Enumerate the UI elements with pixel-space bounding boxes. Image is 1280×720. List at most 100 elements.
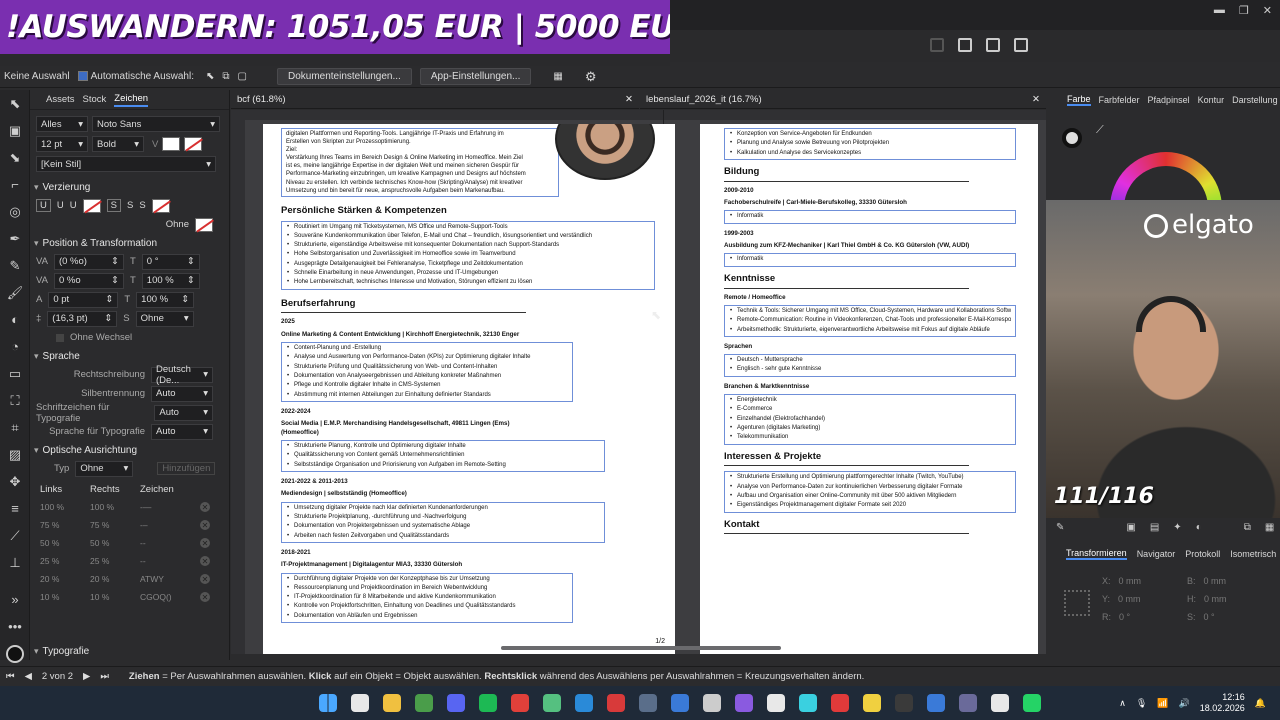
vscode-icon[interactable] [568, 686, 600, 720]
maximize-icon[interactable]: ❐ [1239, 4, 1249, 17]
tab-farbe[interactable]: Farbe [1067, 94, 1091, 106]
skill-bullets[interactable]: Deutsch - MutterspracheEnglisch - sehr g… [724, 354, 1016, 377]
optical-cell[interactable]: 25 % [40, 556, 90, 566]
app-red2-icon[interactable] [824, 686, 856, 720]
decoration-swatch[interactable] [195, 217, 213, 232]
layers-icon[interactable]: ⧉ [1244, 522, 1251, 533]
transform-field[interactable]: X: 0 mm [1102, 576, 1187, 586]
transform-field[interactable]: S: 0 ° [1187, 612, 1272, 622]
corner-tool-icon[interactable]: ⌐ [0, 171, 30, 198]
close-tab-icon[interactable]: ✕ [625, 94, 633, 105]
optical-type-select[interactable]: Ohne ▾ [75, 460, 134, 477]
eyedropper-tool-icon[interactable]: ⟋ [0, 522, 30, 549]
grid-icon[interactable]: ▦ [553, 71, 562, 82]
remove-icon[interactable]: ✕ [200, 574, 210, 584]
audacity-icon[interactable] [792, 686, 824, 720]
font-weight-select[interactable]: Bold ▾ [92, 136, 144, 152]
frame-icon[interactable]: ▢ [238, 71, 247, 82]
artboard-tool-icon[interactable]: ▣ [0, 117, 30, 144]
doc-tab-bcf[interactable]: bcf (61.8%) ✕ [231, 91, 639, 109]
affinity-red-icon[interactable] [600, 686, 632, 720]
optical-cell[interactable]: 100 % [90, 502, 140, 512]
education-bullets[interactable]: Informatik [724, 253, 1016, 267]
file-explorer-icon[interactable] [376, 686, 408, 720]
align-icon[interactable] [930, 38, 944, 52]
strike-double-icon[interactable]: S [139, 200, 145, 211]
remove-icon[interactable]: ✕ [200, 592, 210, 602]
app-blue-icon[interactable] [664, 686, 696, 720]
skill-bullets[interactable]: Technik & Tools: Sicherer Umgang mit MS … [724, 304, 1016, 337]
frame-text-tool-icon[interactable]: ⌗ [0, 414, 30, 441]
tab-pfadpinsel[interactable]: Pfadpinsel [1148, 95, 1190, 105]
chatgpt-icon[interactable] [984, 686, 1016, 720]
transform-field[interactable]: B: 0 mm [1187, 576, 1272, 586]
next-page-icon[interactable]: ▶ [83, 671, 90, 682]
crop-tool-icon[interactable]: ⛶ [0, 387, 30, 414]
zoom-tool-icon[interactable]: ✥ [0, 468, 30, 495]
section-optical[interactable]: Optische Ausrichtung [30, 441, 229, 459]
tray-chevron-icon[interactable]: ∧ [1119, 698, 1126, 709]
font-family-select[interactable]: Noto Sans ▾ [92, 116, 220, 132]
skill-bullets[interactable]: EnergietechnikE-CommerceEinzelhandel (El… [724, 394, 1016, 445]
pencil-tool-icon[interactable]: ✎ [0, 252, 30, 279]
scale-v-field[interactable]: 100 % ⇕ [136, 291, 195, 308]
blend-icon[interactable]: ◐ [1196, 522, 1202, 533]
adjust-icon[interactable]: ▤ [1150, 522, 1159, 533]
close-icon[interactable]: ✕ [1263, 4, 1272, 17]
leading-field[interactable]: (16,3 pt) ⇕ [47, 310, 118, 327]
spelling-select[interactable]: Deutsch (De... ▾ [151, 364, 213, 386]
optical-cell[interactable]: 50 % [40, 538, 90, 548]
stamp-tool-icon[interactable]: ⊥ [0, 549, 30, 576]
discord-icon[interactable] [440, 686, 472, 720]
transform-field[interactable]: R: 0 ° [1102, 612, 1187, 622]
app-settings-button[interactable]: App-Einstellungen... [419, 68, 532, 85]
github-icon[interactable] [696, 686, 728, 720]
brush-tool-icon[interactable]: 🖌 [0, 279, 30, 306]
tab-stock[interactable]: Stock [83, 94, 107, 105]
gear-icon[interactable]: ⚙ [585, 69, 597, 85]
tab-isometrisch[interactable]: Isometrisch [1230, 549, 1276, 559]
optical-cell[interactable]: 75 % [40, 520, 90, 530]
edit-icon[interactable]: ✎ [1056, 522, 1064, 533]
optical-cell[interactable]: 100 % [40, 502, 90, 512]
windows-icon[interactable] [312, 686, 344, 720]
underline-color-swatch[interactable] [82, 198, 101, 213]
steam-icon[interactable] [632, 686, 664, 720]
doc-tab-lebenslauf[interactable]: lebenslauf_2026_it (16.7%) ✕ [640, 91, 1046, 109]
audio-icon[interactable] [760, 686, 792, 720]
optical-cell[interactable]: 50 % [90, 538, 140, 548]
transform-field[interactable]: H: 0 mm [1187, 594, 1272, 604]
education-bullets[interactable]: Informatik [724, 210, 1016, 224]
image-tool-icon[interactable]: ▨ [0, 441, 30, 468]
optical-cell[interactable]: 25 % [90, 556, 140, 566]
node-tool-icon[interactable]: ⬊ [0, 144, 30, 171]
color-well-icon[interactable] [0, 640, 30, 667]
section-decoration[interactable]: Verzierung [30, 178, 229, 196]
app-purple-icon[interactable] [728, 686, 760, 720]
kerning-field[interactable]: (0 %o) ⇕ [53, 253, 124, 270]
shape-tool-icon[interactable]: ▭ [0, 360, 30, 387]
stroke-color-swatch[interactable] [184, 137, 203, 151]
optical-cell[interactable]: ATWY [140, 574, 200, 584]
remove-icon[interactable]: ✕ [200, 502, 210, 512]
whatsapp-icon[interactable] [1016, 686, 1048, 720]
affinity-icon[interactable] [536, 686, 568, 720]
notification-icon[interactable]: 🔔 [1255, 698, 1266, 709]
service-list[interactable]: Konzeption von Service-Angeboten für End… [724, 128, 1016, 160]
tab-transformieren[interactable]: Transformieren [1066, 548, 1127, 560]
section-position[interactable]: Position & Transformation [30, 234, 229, 252]
strike-alt-icon[interactable]: S [127, 200, 133, 211]
job-bullets[interactable]: Umsetzung digitaler Projekte nach klar d… [281, 501, 605, 543]
first-page-icon[interactable]: ⏮ [6, 671, 15, 682]
intro-textbox[interactable]: digitalen Plattformen und Reporting-Tool… [281, 128, 559, 197]
hyphenation-select[interactable]: Auto ▾ [151, 385, 213, 402]
cv-page-2[interactable]: Konzeption von Service-Angeboten für End… [700, 124, 1038, 654]
minimize-icon[interactable]: ▬ [1214, 4, 1225, 17]
optical-cell[interactable]: 20 % [90, 574, 140, 584]
strikethrough-icon[interactable]: S [106, 199, 121, 212]
horizontal-scrollbar[interactable] [501, 646, 781, 650]
mask-icon[interactable]: ▣ [1126, 522, 1135, 533]
photos-icon[interactable] [920, 686, 952, 720]
job-bullets[interactable]: Durchführung digitaler Projekte von der … [281, 572, 573, 624]
optical-cell[interactable]: -- [140, 556, 200, 566]
